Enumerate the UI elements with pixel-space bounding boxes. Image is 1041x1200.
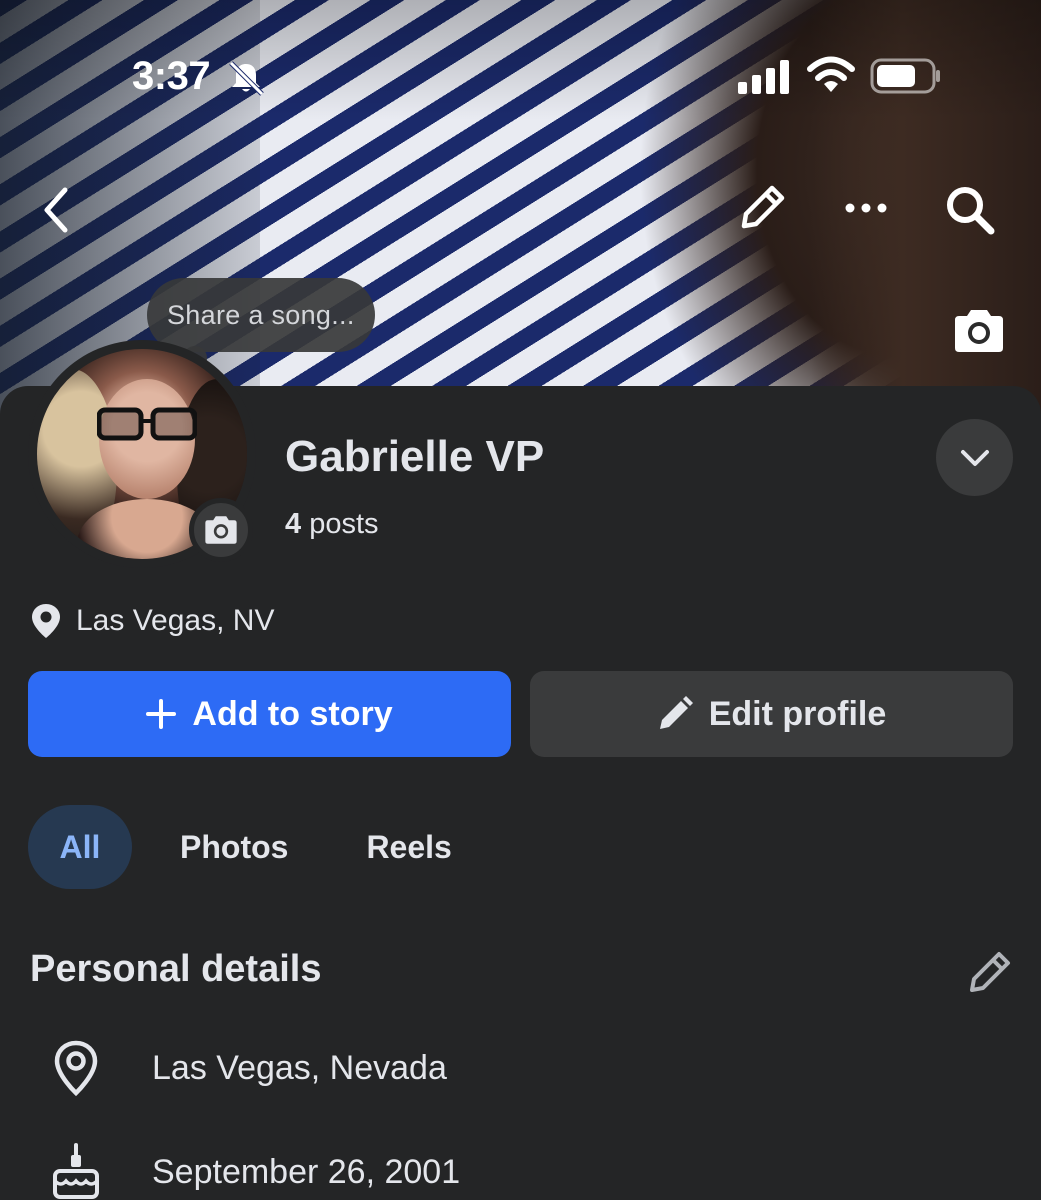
back-button[interactable] <box>34 184 78 236</box>
status-time: 3:37 <box>132 54 211 98</box>
edit-details-pencil-icon[interactable] <box>964 946 1016 998</box>
profile-tabs: All Photos Reels <box>28 805 452 889</box>
edit-profile-label: Edit profile <box>708 694 887 733</box>
chevron-left-icon <box>44 187 68 233</box>
detail-row-birthday: September 26, 2001 <box>48 1142 460 1200</box>
plus-icon <box>146 699 177 729</box>
posts-count[interactable]: 4 posts <box>285 508 379 541</box>
camera-icon <box>955 310 1003 352</box>
chevron-down-icon <box>960 449 989 466</box>
detail-birthday-text: September 26, 2001 <box>152 1152 461 1191</box>
share-song-bubble[interactable]: Share a song... <box>147 278 375 352</box>
cellular-signal-icon <box>738 60 789 94</box>
tab-reels[interactable]: Reels <box>366 805 451 889</box>
birthday-cake-icon <box>48 1142 104 1200</box>
search-icon <box>947 187 995 235</box>
profile-dropdown-button[interactable] <box>936 419 1013 496</box>
posts-count-value: 4 <box>285 508 302 540</box>
location-pin-icon <box>32 604 60 638</box>
tab-photos[interactable]: Photos <box>180 805 288 889</box>
pencil-icon <box>659 696 693 729</box>
profile-location-text: Las Vegas, NV <box>76 604 275 637</box>
bell-off-icon <box>229 61 264 96</box>
add-to-story-label: Add to story <box>192 694 393 733</box>
battery-icon <box>870 58 940 94</box>
profile-name: Gabrielle VP <box>285 432 545 481</box>
profile-location: Las Vegas, NV <box>30 602 274 640</box>
share-song-label: Share a song... <box>167 299 355 330</box>
personal-details-title: Personal details <box>30 948 322 990</box>
tab-all[interactable]: All <box>28 805 132 889</box>
location-pin-icon <box>48 1038 104 1098</box>
search-button[interactable] <box>940 180 1000 240</box>
edit-profile-button[interactable]: Edit profile <box>530 671 1013 757</box>
pencil-icon <box>741 185 785 229</box>
add-to-story-button[interactable]: Add to story <box>28 671 511 757</box>
posts-count-label: posts <box>309 508 379 540</box>
edit-profile-picture-button[interactable] <box>189 498 253 562</box>
avatar-glasses <box>97 407 197 441</box>
more-dots-icon <box>845 203 887 213</box>
edit-cover-photo-button[interactable] <box>950 306 1008 356</box>
detail-location-text: Las Vegas, Nevada <box>152 1048 447 1087</box>
more-options-button[interactable] <box>840 190 892 226</box>
wifi-icon <box>807 56 855 92</box>
edit-cover-button[interactable] <box>734 180 790 236</box>
detail-row-location: Las Vegas, Nevada <box>48 1038 447 1098</box>
camera-icon <box>205 516 237 544</box>
